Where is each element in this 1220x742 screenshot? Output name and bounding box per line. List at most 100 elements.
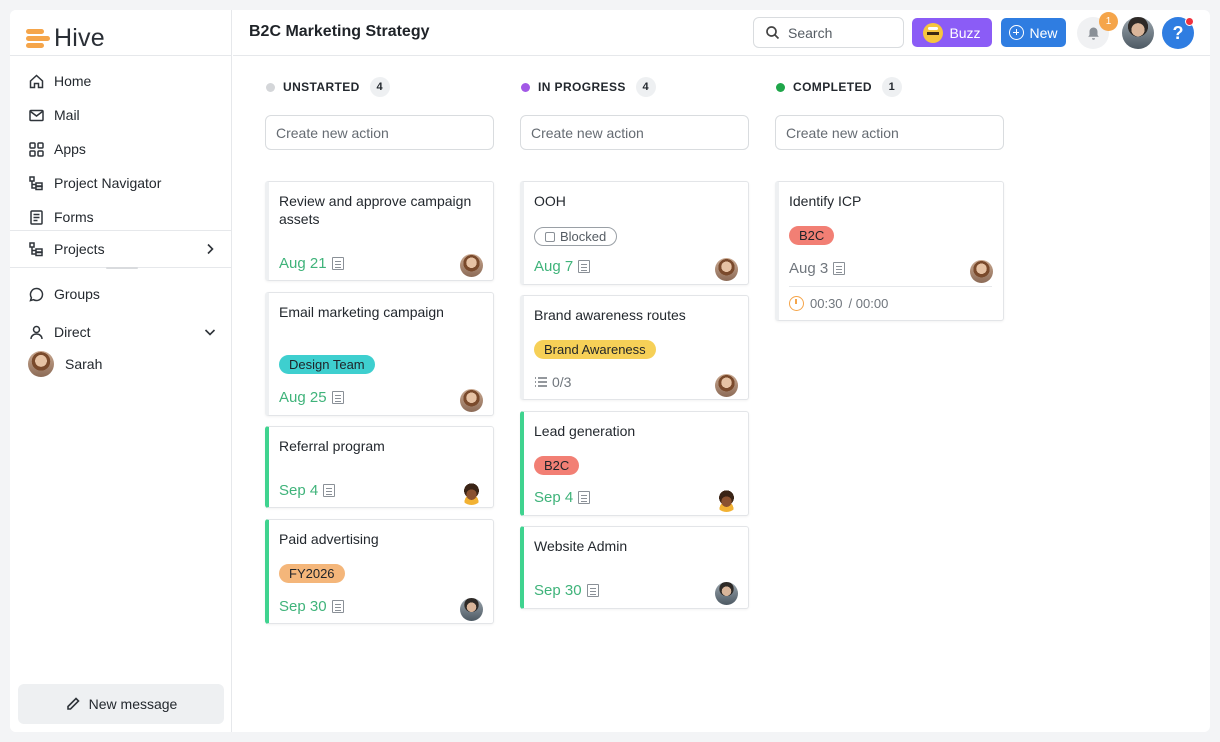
avatar — [28, 351, 54, 377]
task-card[interactable]: Lead generation B2C Sep 4 — [520, 411, 749, 516]
due-date: Sep 30 — [279, 598, 344, 615]
sidebar-item-home[interactable]: Home — [28, 68, 218, 94]
task-card[interactable]: Identify ICP B2C Aug 3 00:30 / 00:00 — [775, 181, 1004, 321]
assignee-avatar[interactable] — [715, 374, 738, 397]
time-estimate: / 00:00 — [848, 296, 889, 311]
hierarchy-icon — [28, 241, 45, 258]
task-card[interactable]: Paid advertising FY2026 Sep 30 — [265, 519, 494, 624]
due-date: Aug 7 — [534, 258, 591, 275]
page-title: B2C Marketing Strategy — [249, 23, 430, 40]
top-header: B2C Marketing Strategy Buzz New 1 ? — [233, 10, 1210, 56]
create-action-input[interactable] — [775, 115, 1004, 150]
sidebar-item-groups[interactable]: Groups — [28, 281, 218, 307]
sidebar: Hive Home Mail Apps Project Navigator Fo… — [10, 10, 232, 732]
chat-bubble-icon — [28, 286, 45, 303]
search-input[interactable] — [788, 24, 888, 41]
app-name: Hive — [54, 23, 105, 52]
label-tag[interactable]: B2C — [534, 456, 580, 475]
scroll-indicator[interactable] — [106, 267, 138, 269]
sidebar-item-projects[interactable]: Projects — [28, 236, 218, 262]
due-date: Aug 3 — [789, 260, 846, 277]
user-avatar[interactable] — [1122, 17, 1154, 49]
assignee-avatar[interactable] — [460, 389, 483, 412]
create-action-input[interactable] — [265, 115, 494, 150]
new-message-button[interactable]: New message — [18, 684, 224, 724]
column-header: IN PROGRESS 4 — [520, 76, 750, 98]
column-in-progress: IN PROGRESS 4 OOH Blocked Aug 7 Brand aw… — [520, 76, 750, 609]
clock-icon — [789, 296, 804, 311]
card-divider — [789, 286, 992, 287]
sidebar-item-label: Apps — [54, 141, 86, 157]
label-tag[interactable]: Brand Awareness — [534, 340, 656, 359]
description-icon — [586, 584, 599, 597]
sidebar-item-label: Mail — [54, 107, 80, 123]
person-icon — [28, 324, 45, 341]
time-tracker[interactable]: 00:30 / 00:00 — [789, 296, 888, 311]
task-card[interactable]: Email marketing campaign Design Team Aug… — [265, 292, 494, 416]
notification-count-badge: 1 — [1099, 12, 1118, 31]
column-unstarted: UNSTARTED 4 Review and approve campaign … — [265, 76, 495, 624]
apps-grid-icon — [28, 141, 45, 158]
search-icon — [765, 25, 780, 40]
create-action-input[interactable] — [520, 115, 749, 150]
due-date: Sep 4 — [279, 482, 336, 499]
card-title: Review and approve campaign assets — [279, 193, 472, 227]
status-dot — [521, 82, 530, 92]
plus-circle-icon — [1009, 25, 1025, 40]
direct-user-sarah[interactable]: Sarah — [28, 350, 102, 378]
pencil-icon — [65, 696, 81, 712]
assignee-avatar[interactable] — [715, 258, 738, 281]
description-icon — [323, 484, 336, 497]
sidebar-item-project-navigator[interactable]: Project Navigator — [28, 170, 218, 196]
sidebar-item-direct[interactable]: Direct — [28, 319, 218, 345]
hierarchy-icon — [28, 175, 45, 192]
sidebar-item-forms[interactable]: Forms — [28, 204, 218, 230]
task-card[interactable]: Website Admin Sep 30 — [520, 526, 749, 609]
assignee-avatar[interactable] — [460, 482, 483, 505]
search-box[interactable] — [753, 17, 904, 48]
card-title: Brand awareness routes — [534, 307, 686, 323]
forms-icon — [28, 209, 45, 226]
task-card[interactable]: Referral program Sep 4 — [265, 426, 494, 508]
task-card[interactable]: Review and approve campaign assets Aug 2… — [265, 181, 494, 281]
blocked-badge[interactable]: Blocked — [534, 227, 618, 246]
assignee-avatar[interactable] — [460, 598, 483, 621]
chevron-right-icon[interactable] — [202, 241, 218, 257]
bee-icon — [923, 22, 944, 43]
label-tag[interactable]: FY2026 — [279, 564, 345, 583]
hive-logo[interactable]: Hive — [26, 20, 105, 56]
assignee-avatar[interactable] — [715, 489, 738, 512]
blocked-icon — [545, 231, 555, 242]
label-tag[interactable]: Design Team — [279, 355, 375, 374]
help-alert-dot — [1185, 17, 1194, 26]
chevron-down-icon[interactable] — [202, 324, 218, 340]
bell-icon — [1086, 26, 1101, 41]
column-count-badge: 4 — [369, 77, 390, 97]
assignee-avatar[interactable] — [460, 254, 483, 277]
column-title: COMPLETED — [793, 80, 872, 94]
new-button[interactable]: New — [1001, 18, 1066, 47]
assignee-avatar[interactable] — [970, 260, 993, 283]
description-icon — [331, 600, 344, 613]
sidebar-divider — [10, 55, 232, 56]
due-date: Sep 30 — [534, 582, 599, 599]
assignee-avatar[interactable] — [715, 582, 738, 605]
new-label: New — [1029, 24, 1058, 41]
description-icon — [331, 391, 344, 404]
hive-logo-icon — [26, 28, 50, 48]
column-completed: COMPLETED 1 Identify ICP B2C Aug 3 00:30… — [775, 76, 1005, 321]
column-count-badge: 4 — [635, 77, 656, 97]
task-card[interactable]: Brand awareness routes Brand Awareness 0… — [520, 295, 749, 400]
buzz-button[interactable]: Buzz — [912, 18, 992, 47]
label-tag[interactable]: B2C — [789, 226, 835, 245]
card-title: Lead generation — [534, 423, 636, 439]
description-icon — [833, 262, 846, 275]
subtask-progress[interactable]: 0/3 — [534, 374, 571, 390]
card-title: Paid advertising — [279, 531, 379, 547]
sidebar-item-mail[interactable]: Mail — [28, 102, 218, 128]
task-card[interactable]: OOH Blocked Aug 7 — [520, 181, 749, 285]
help-icon: ? — [1172, 22, 1184, 43]
buzz-label: Buzz — [949, 24, 981, 41]
description-icon — [578, 491, 591, 504]
sidebar-item-apps[interactable]: Apps — [28, 136, 218, 162]
